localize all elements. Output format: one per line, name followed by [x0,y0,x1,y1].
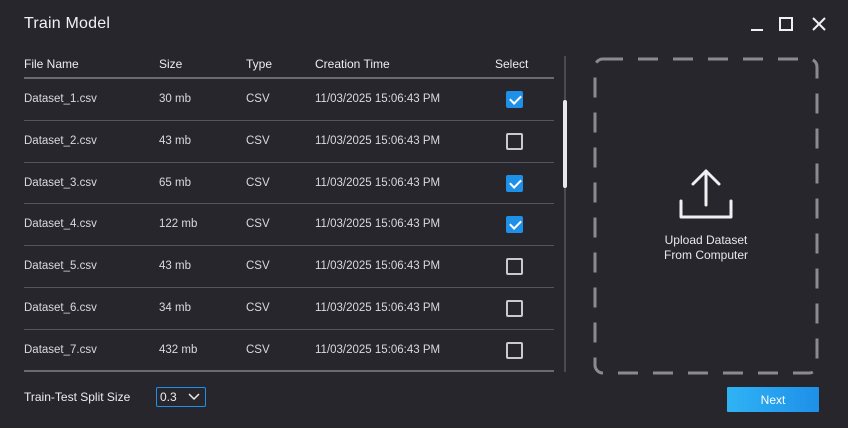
size-cell: 30 mb [159,93,191,105]
header-file-name: File Name [24,57,79,71]
file-name-cell: Dataset_6.csv [24,301,97,314]
creation-time-cell: 11/03/2025 15:06:43 PM [315,134,441,147]
upload-text-line1: Upload Dataset [664,233,748,247]
header-size: Size [159,57,183,71]
type-cell: CSV [246,176,270,189]
size-cell: 43 mb [159,134,191,147]
next-button[interactable]: Next [727,387,819,412]
type-cell: CSV [246,343,270,356]
size-cell: 122 mb [159,218,198,231]
select-checkbox[interactable] [506,341,523,359]
select-checkbox[interactable] [506,132,523,150]
size-cell: 432 mb [159,343,198,356]
maximize-button[interactable] [775,14,797,36]
train-model-dialog: Train Model File Name Size Type Creation… [0,0,848,428]
file-name-cell: Dataset_7.csv [24,343,97,356]
creation-time-cell: 11/03/2025 15:06:43 PM [315,260,441,273]
select-checkbox[interactable] [506,91,523,108]
file-name-cell: Dataset_4.csv [24,218,97,231]
close-button[interactable] [808,14,830,36]
table-row: Dataset_1.csv 30 mb CSV 11/03/2025 15:06:43… [24,79,554,121]
upload-text-line2: From Computer [663,248,749,262]
split-size-value: 0.3 [160,390,177,404]
split-size-label: Train-Test Split Size [24,390,131,404]
scrollbar-thumb[interactable] [563,100,567,188]
table-row: Dataset_6.csv 34 mb CSV 11/03/2025 15:06:43… [24,288,554,330]
table-row: Dataset_5.csv 43 mb CSV 11/03/2025 15:06:43… [24,246,554,288]
close-icon [812,17,826,31]
header-creation-time: Creation Time [315,57,390,71]
table-row: Dataset_2.csv 43 mb CSV 11/03/2025 15:06:43… [24,121,554,163]
size-cell: 34 mb [159,301,191,314]
upload-icon [679,169,733,219]
select-checkbox[interactable] [506,216,523,234]
minimize-button[interactable] [746,14,768,36]
creation-time-cell: 11/03/2025 15:06:43 PM [315,93,441,105]
dialog-title: Train Model [24,15,111,32]
creation-time-cell: 11/03/2025 15:06:43 PM [315,176,441,189]
table-header: File Name Size Type Creation Time Select [24,52,554,79]
creation-time-cell: 11/03/2025 15:06:43 PM [315,343,441,356]
size-cell: 65 mb [159,176,191,189]
select-checkbox[interactable] [506,299,523,317]
table-row: Dataset_3.csv 65 mb CSV 11/03/2025 15:06:43… [24,163,554,205]
minimize-icon [751,29,763,31]
header-type: Type [246,57,273,71]
type-cell: CSV [246,134,270,147]
file-name-cell: Dataset_1.csv [24,93,97,105]
file-name-cell: Dataset_5.csv [24,260,97,273]
table-row: Dataset_7.csv 432 mb CSV 11/03/2025 15:06:4… [24,330,554,372]
upload-dropzone[interactable]: Upload Dataset From Computer [593,57,819,375]
table-body: Dataset_1.csv 30 mb CSV 11/03/2025 15:06:43… [24,79,554,372]
creation-time-cell: 11/03/2025 15:06:43 PM [315,301,441,314]
file-name-cell: Dataset_3.csv [24,176,97,189]
select-checkbox[interactable] [506,174,523,192]
type-cell: CSV [246,93,270,105]
chevron-down-icon [188,393,200,401]
size-cell: 43 mb [159,260,191,273]
split-size-select[interactable]: 0.3 [156,387,206,407]
type-cell: CSV [246,260,270,273]
header-select: Select [495,57,529,71]
table-row: Dataset_4.csv 122 mb CSV 11/03/2025 15:06:4… [24,204,554,247]
type-cell: CSV [246,218,270,231]
type-cell: CSV [246,301,270,314]
creation-time-cell: 11/03/2025 15:06:43 PM [315,218,441,231]
file-name-cell: Dataset_2.csv [24,134,97,147]
dataset-table: File Name Size Type Creation Time Select… [24,52,554,372]
select-checkbox[interactable] [506,258,523,276]
maximize-icon [779,17,793,31]
